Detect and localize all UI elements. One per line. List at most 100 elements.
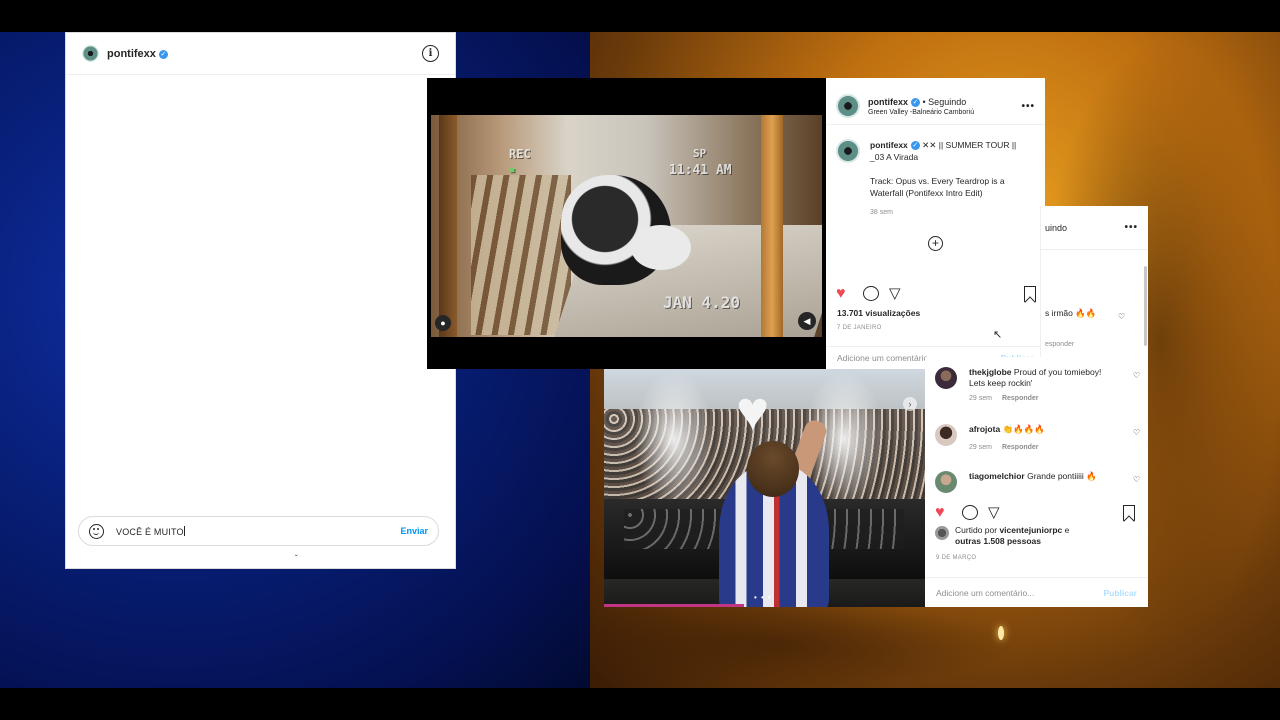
video-scene-post xyxy=(439,115,457,337)
verified-icon: ✓ xyxy=(158,49,168,59)
message-draft-text[interactable]: VOCÊ É MUITO xyxy=(116,525,185,537)
video-scene-post-right xyxy=(761,115,783,337)
reply-button[interactable]: Responder xyxy=(1002,395,1039,402)
comment-item: thekjglobe Proud of you tomieboy! Lets k… xyxy=(935,367,1140,402)
vhs-sp-label: SP xyxy=(693,147,707,160)
vhs-date-label: JAN 4.20 xyxy=(663,293,741,312)
like-icon[interactable]: ♥ xyxy=(935,505,945,521)
post-header: pontifexx ✓ • Seguindo Green Valley -Baln… xyxy=(826,78,1045,125)
tagged-user-icon[interactable]: ● xyxy=(435,315,451,331)
comment-like-icon[interactable]: ♡ xyxy=(1133,428,1140,437)
avatar[interactable] xyxy=(935,471,957,493)
comment-time: 29 sem xyxy=(969,395,992,402)
share-icon[interactable]: ▽ xyxy=(988,503,1000,521)
add-comment-placeholder[interactable]: Adicione um comentário... xyxy=(936,588,1034,598)
dm-username[interactable]: pontifexx ✓ xyxy=(107,48,168,60)
liked-by-others[interactable]: outras 1.508 pessoas xyxy=(955,536,1041,546)
volume-icon[interactable]: ◀ xyxy=(798,312,816,330)
video-player[interactable]: REC ▪ SP 11:41 AM JAN 4.20 ● ◀ xyxy=(427,78,826,369)
caption-track: Track: Opus vs. Every Teardrop is a Wate… xyxy=(870,176,1005,198)
text-cursor-icon: ˇ xyxy=(295,554,298,563)
comment-like-icon[interactable]: ♡ xyxy=(1133,371,1140,380)
more-options-icon[interactable]: ••• xyxy=(1021,101,1035,112)
photo-dj-head xyxy=(747,441,799,497)
comment-like-icon[interactable]: ♡ xyxy=(1118,312,1125,321)
like-icon[interactable]: ♥ xyxy=(836,286,846,302)
add-comment-field[interactable]: Adicione um comentário... Publicar xyxy=(925,577,1148,607)
avatar[interactable] xyxy=(935,367,957,389)
comment-item: afrojota 👏🔥🔥🔥 29 sem Responder ♡ xyxy=(935,424,1140,451)
photo-post-panel-top: uindo ••• s irmão 🔥🔥 ♡ esponder xyxy=(1040,206,1148,370)
photo-smoke-left xyxy=(634,369,714,509)
background-spark xyxy=(998,626,1004,640)
liked-by: Curtido por vicentejuniorpc e outras 1.50… xyxy=(935,525,1135,547)
comment-text: Grande pontiiiii 🔥 xyxy=(1027,471,1097,481)
comment-username[interactable]: thekjglobe xyxy=(969,367,1012,377)
background-shadow-lower xyxy=(600,600,1020,690)
dm-header: pontifexx ✓ i xyxy=(66,33,455,75)
reply-button[interactable]: esponder xyxy=(1045,341,1074,348)
video-scene-figure-hand xyxy=(631,225,691,270)
post-actions: ♥ ▽ xyxy=(836,284,1041,304)
caption-time: 38 sem xyxy=(870,209,893,216)
video-post-panel: pontifexx ✓ • Seguindo Green Valley -Baln… xyxy=(826,78,1045,369)
avatar[interactable] xyxy=(836,139,860,163)
load-more-comments-icon[interactable]: + xyxy=(928,236,943,251)
caption-line2: _03 A Virada xyxy=(870,152,919,162)
post-username[interactable]: pontifexx xyxy=(868,97,908,107)
post-date: 9 DE MARÇO xyxy=(936,555,977,561)
comment-username[interactable]: tiagomelchior xyxy=(969,471,1025,481)
photo-comments-panel: thekjglobe Proud of you tomieboy! Lets k… xyxy=(925,357,1148,607)
view-count[interactable]: 13.701 visualizações xyxy=(837,308,920,318)
more-options-icon[interactable]: ••• xyxy=(1124,222,1138,233)
comment-item: tiagomelchior Grande pontiiiii 🔥 ♡ xyxy=(935,471,1140,493)
liked-by-suffix: e xyxy=(1064,525,1070,535)
caption-username[interactable]: pontifexx xyxy=(870,140,908,150)
avatar[interactable] xyxy=(82,45,99,62)
share-icon[interactable]: ▽ xyxy=(889,284,901,302)
vhs-time-label: 11:41 AM xyxy=(669,163,732,178)
liked-by-user[interactable]: vicentejuniorpc xyxy=(999,525,1062,535)
publish-button[interactable]: Publicar xyxy=(1103,588,1137,598)
photo-post-header: uindo ••• xyxy=(1041,206,1148,250)
mouse-pointer-icon: ↖ xyxy=(993,329,1003,341)
photo-post-actions: ♥ ▽ xyxy=(935,503,1140,523)
emoji-icon[interactable] xyxy=(89,523,104,539)
send-button[interactable]: Enviar xyxy=(400,526,428,536)
verified-icon: ✓ xyxy=(911,97,921,107)
carousel-dots: • • • xyxy=(754,593,772,602)
video-scene-rail xyxy=(471,175,571,335)
post-photo[interactable]: ♥ › • • • xyxy=(604,369,925,607)
comment-username[interactable]: afrojota xyxy=(969,424,1000,434)
comment-text: 👏🔥🔥🔥 xyxy=(1002,424,1045,434)
comment-icon[interactable] xyxy=(962,505,978,520)
post-location[interactable]: Green Valley -Balneário Camboriú xyxy=(868,109,974,116)
follow-status[interactable]: • Seguindo xyxy=(923,97,967,107)
avatar[interactable] xyxy=(935,526,949,540)
photo-heart-balloon: ♥ xyxy=(736,379,770,442)
vhs-rec-indicator: ▪ xyxy=(509,163,516,176)
comment-time: 29 sem xyxy=(969,444,992,451)
comment-text-partial: s irmão 🔥🔥 xyxy=(1045,308,1097,318)
verified-icon: ✓ xyxy=(910,141,920,150)
caption-line1: ✕✕ || SUMMER TOUR || xyxy=(922,140,1017,150)
text-caret xyxy=(183,525,185,536)
comment-like-icon[interactable]: ♡ xyxy=(1133,475,1140,484)
next-image-icon[interactable]: › xyxy=(903,397,917,411)
post-caption: pontifexx ✓ ✕✕ || SUMMER TOUR || _03 A Vi… xyxy=(826,125,1045,219)
direct-message-panel: pontifexx ✓ i VOCÊ É MUITO Enviar ˇ xyxy=(65,32,456,569)
add-comment-placeholder[interactable]: Adicione um comentário... xyxy=(837,353,935,363)
video-frame[interactable]: REC ▪ SP 11:41 AM JAN 4.20 xyxy=(431,115,822,337)
avatar[interactable] xyxy=(836,94,860,118)
message-input[interactable]: VOCÊ É MUITO Enviar xyxy=(78,516,439,546)
save-icon[interactable] xyxy=(1123,505,1135,521)
post-date: 7 DE JANEIRO xyxy=(837,325,882,331)
scrollbar[interactable] xyxy=(1144,266,1147,346)
reply-button[interactable]: Responder xyxy=(1002,444,1039,451)
photo-progress-bar xyxy=(604,604,744,607)
comment-icon[interactable] xyxy=(863,286,879,301)
info-icon[interactable]: i xyxy=(422,45,439,62)
follow-status-partial[interactable]: uindo xyxy=(1045,223,1067,233)
avatar[interactable] xyxy=(935,424,957,446)
save-icon[interactable] xyxy=(1024,286,1036,302)
